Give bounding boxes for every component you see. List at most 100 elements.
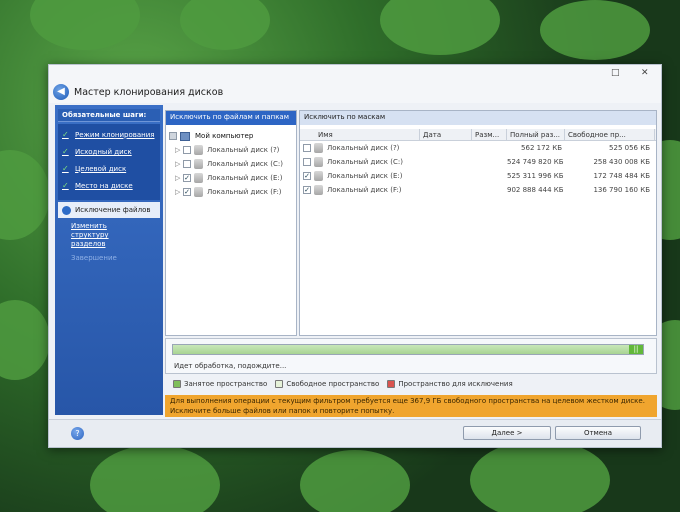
disk-checkbox[interactable] [183,160,191,168]
row-free: 172 748 484 КБ [593,172,650,180]
tree-item-label: Локальный диск (C:) [207,160,283,168]
step-source-disk[interactable]: ✓ Исходный диск [58,143,160,160]
background-leaf [380,0,500,55]
background-leaf [0,300,50,380]
disk-icon [314,171,323,181]
help-icon[interactable]: ? [71,427,84,440]
mask-panel: Исключить по маскам Имя Дата Разм... Пол… [299,110,657,336]
column-header-total[interactable]: Полный раз... [507,129,565,140]
processing-progress: || Идет обработка, подождите... [165,338,657,374]
cancel-button[interactable]: Отмена [555,426,641,440]
step-clone-mode[interactable]: ✓ Режим клонирования [58,126,160,143]
legend-label: Занятое пространство [184,380,268,388]
space-legend: Занятое пространство Свободное пространс… [173,380,513,388]
table-row[interactable]: Локальный диск (?) 562 172 КБ 525 056 КБ [300,141,656,155]
warning-message: Для выполнения операции с текущим фильтр… [165,395,657,417]
expand-arrow-icon[interactable]: ▷ [175,188,183,196]
progress-bar: || [172,344,644,355]
tree-item[interactable]: ▷ Локальный диск (C:) [166,157,296,171]
disk-icon [194,145,203,155]
progress-status: Идет обработка, подождите... [174,362,287,370]
row-name: Локальный диск (?) [327,144,400,152]
expand-arrow-icon[interactable]: ▷ [175,160,183,168]
expand-arrow-icon[interactable]: ▷ [175,146,183,154]
disk-icon [194,159,203,169]
row-free: 258 430 008 КБ [593,158,650,166]
tab-exclude-by-masks[interactable]: Исключить по маскам [300,111,656,125]
free-space-swatch [275,380,284,388]
background-leaf [540,0,650,60]
row-total: 562 172 КБ [521,144,562,152]
disk-icon [194,187,203,197]
background-leaf [30,0,140,50]
progress-fill [173,345,629,354]
column-header-free[interactable]: Свободное пр... [565,129,655,140]
disk-table: Имя Дата Разм... Полный раз... Свободное… [300,129,656,197]
tree-root[interactable]: Мой компьютер [166,129,296,143]
row-total: 902 888 444 КБ [507,186,564,194]
tree-item[interactable]: ▷ ✓ Локальный диск (E:) [166,171,296,185]
column-header-size[interactable]: Разм... [472,129,507,140]
legend-free-space: Свободное пространство [275,380,379,388]
expand-arrow-icon[interactable]: ▷ [175,174,183,182]
check-icon: ✓ [62,130,69,139]
legend-label: Пространство для исключения [398,380,513,388]
legend-label: Свободное пространство [286,380,380,388]
step-target-disk[interactable]: ✓ Целевой диск [58,160,160,177]
row-checkbox[interactable]: ✓ [303,172,311,180]
check-icon: ✓ [62,164,69,173]
row-total: 524 749 820 КБ [507,158,564,166]
used-space-swatch [173,380,181,388]
next-button[interactable]: Далее > [463,426,551,440]
table-row[interactable]: ✓ Локальный диск (F:) 902 888 444 КБ 136 … [300,183,656,197]
legend-excluded-space: Пространство для исключения [387,380,513,388]
title-bar: ◀ Мастер клонирования дисков □ ✕ [49,65,661,103]
check-icon: ✓ [62,181,69,190]
close-icon[interactable]: ✕ [641,68,649,78]
step-label: Режим клонирования [75,130,155,139]
tree-item-label: Локальный диск (?) [207,146,280,154]
window-title: Мастер клонирования дисков [74,87,224,98]
step-finish: Завершение [71,254,117,262]
tree-item[interactable]: ▷ ✓ Локальный диск (F:) [166,185,296,199]
tree-item-label: Локальный диск (E:) [207,174,283,182]
tree-item[interactable]: ▷ Локальный диск (?) [166,143,296,157]
background-leaf [470,440,610,512]
step-disk-space[interactable]: ✓ Место на диске [58,177,160,194]
tree-root-label: Мой компьютер [195,132,254,140]
disk-checkbox[interactable]: ✓ [183,174,191,182]
step-label: Исходный диск [75,147,132,156]
root-checkbox[interactable] [169,132,177,140]
warning-line-2: Исключите больше файлов или папок и повт… [170,407,395,415]
current-step-icon [62,205,71,215]
disk-icon [314,185,323,195]
column-header-name[interactable]: Имя [300,129,420,140]
row-checkbox[interactable] [303,158,311,166]
row-name: Локальный диск (E:) [327,172,403,180]
disk-checkbox[interactable]: ✓ [183,188,191,196]
row-name: Локальный диск (C:) [327,158,403,166]
row-free: 136 790 160 КБ [593,186,650,194]
background-leaf [300,450,410,512]
column-header-date[interactable]: Дата [420,129,472,140]
maximize-icon[interactable]: □ [611,68,620,78]
progress-end-segment: || [629,345,643,354]
disk-checkbox[interactable] [183,146,191,154]
row-checkbox[interactable]: ✓ [303,186,311,194]
disk-icon [314,143,323,153]
row-checkbox[interactable] [303,144,311,152]
back-arrow-icon[interactable]: ◀ [53,84,69,100]
step-exclude-files[interactable]: Исключение файлов [58,202,160,218]
tab-exclude-by-files[interactable]: Исключить по файлам и папкам [166,111,296,125]
table-row[interactable]: Локальный диск (C:) 524 749 820 КБ 258 4… [300,155,656,169]
table-row[interactable]: ✓ Локальный диск (E:) 525 311 996 КБ 172 … [300,169,656,183]
wizard-steps-sidebar: Обязательные шаги: ✓ Режим клонирования … [55,105,163,415]
step-change-partition-layout[interactable]: Изменить структуру разделов [55,222,135,249]
disk-icon [314,157,323,167]
check-icon: ✓ [62,147,69,156]
clone-disk-wizard-window: ◀ Мастер клонирования дисков □ ✕ Обязате… [48,64,662,448]
row-free: 525 056 КБ [609,144,650,152]
background-leaf [0,150,50,240]
row-name: Локальный диск (F:) [327,186,402,194]
step-label: Целевой диск [75,164,127,173]
